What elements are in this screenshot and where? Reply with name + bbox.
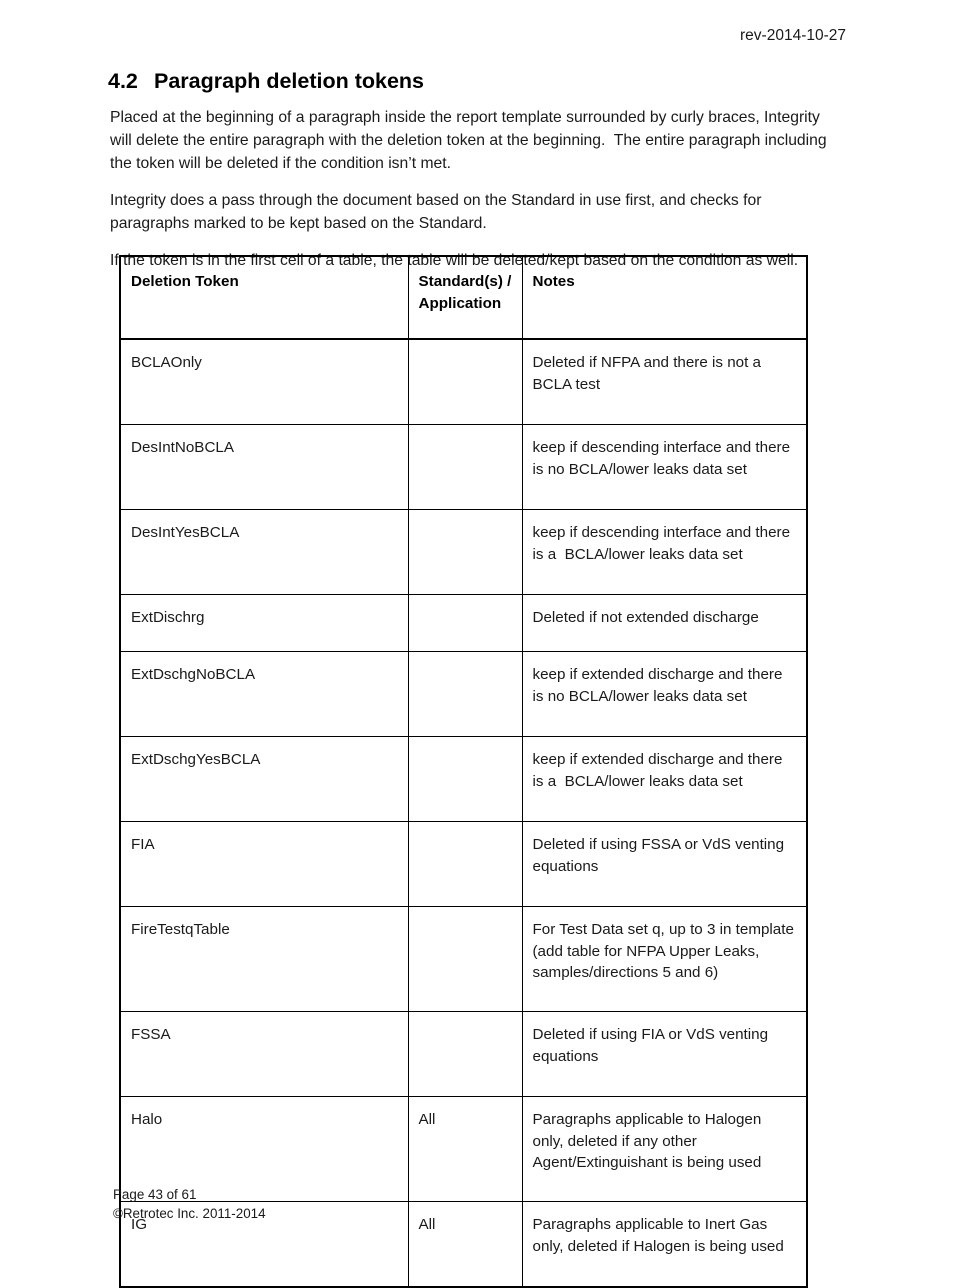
cell-notes: Paragraphs applicable to Inert Gas only,…	[521, 1201, 808, 1288]
paragraph-1: Placed at the beginning of a paragraph i…	[110, 109, 831, 173]
page-title: 4.2 Paragraph deletion tokens	[108, 68, 848, 95]
cell-standard: All	[407, 1201, 523, 1288]
table-row: DesIntYesBCLA keep if descending interfa…	[119, 509, 808, 596]
paragraph-2: Integrity does a pass through the docume…	[110, 192, 766, 233]
body-text: Placed at the beginning of a paragraph i…	[110, 106, 836, 272]
cell-standard	[407, 906, 523, 1013]
cell-deletion-token: FIA	[119, 821, 409, 908]
footer-page-number: Page 43 of 61	[113, 1187, 197, 1202]
cell-notes: Paragraphs applicable to Halogen only, d…	[521, 1096, 808, 1203]
cell-deletion-token: ExtDischrg	[119, 594, 409, 653]
footer-copyright: ©Retrotec Inc. 2011-2014	[113, 1206, 266, 1222]
cell-standard	[407, 651, 523, 738]
cell-notes: keep if extended discharge and there is …	[521, 651, 808, 738]
table-row: ExtDischrg Deleted if not extended disch…	[119, 594, 808, 653]
table-row: ExtDschgYesBCLA keep if extended dischar…	[119, 736, 808, 823]
cell-standard	[407, 338, 523, 426]
cell-standard	[407, 821, 523, 908]
document-revision-header: rev-2014-10-27	[740, 27, 846, 44]
cell-deletion-token: FSSA	[119, 1011, 409, 1098]
cell-standard	[407, 424, 523, 511]
cell-deletion-token: ExtDschgNoBCLA	[119, 651, 409, 738]
cell-notes: Deleted if not extended discharge	[521, 594, 808, 653]
cell-notes: keep if descending interface and there i…	[521, 424, 808, 511]
document-footer: Page 43 of 61 ©Retrotec Inc. 2011-2014	[113, 1185, 266, 1224]
cell-deletion-token: ExtDschgYesBCLA	[119, 736, 409, 823]
cell-deletion-token: DesIntYesBCLA	[119, 509, 409, 596]
cell-notes: Deleted if using FIA or VdS venting equa…	[521, 1011, 808, 1098]
table-row: FSSA Deleted if using FIA or VdS venting…	[119, 1011, 808, 1098]
cell-deletion-token: FireTestqTable	[119, 906, 409, 1013]
cell-standard	[407, 594, 523, 653]
cell-standard	[407, 509, 523, 596]
cell-standard	[407, 1011, 523, 1098]
cell-notes: Deleted if using FSSA or VdS venting equ…	[521, 821, 808, 908]
deletion-token-table: Deletion Token Standard(s) / Application…	[119, 254, 808, 1288]
table-row: DesIntNoBCLA keep if descending interfac…	[119, 424, 808, 511]
cell-standard: All	[407, 1096, 523, 1203]
column-header-notes: Notes	[521, 254, 808, 341]
table-header-row: Deletion Token Standard(s) / Application…	[119, 254, 808, 341]
table-row: FIA Deleted if using FSSA or VdS venting…	[119, 821, 808, 908]
cell-notes: Deleted if NFPA and there is not a BCLA …	[521, 338, 808, 426]
column-header-deletion-token: Deletion Token	[119, 254, 409, 341]
table-row: FireTestqTable For Test Data set q, up t…	[119, 906, 808, 1013]
section-number: 4.2	[108, 69, 138, 93]
cell-notes: keep if extended discharge and there is …	[521, 736, 808, 823]
table-row: BCLAOnly Deleted if NFPA and there is no…	[119, 338, 808, 426]
table-row: ExtDschgNoBCLA keep if extended discharg…	[119, 651, 808, 738]
cell-standard	[407, 736, 523, 823]
cell-notes: For Test Data set q, up to 3 in template…	[521, 906, 808, 1013]
column-header-standard-application: Standard(s) / Application	[407, 254, 523, 341]
cell-deletion-token: DesIntNoBCLA	[119, 424, 409, 511]
cell-deletion-token: BCLAOnly	[119, 338, 409, 426]
cell-notes: keep if descending interface and there i…	[521, 509, 808, 596]
section-title: Paragraph deletion tokens	[154, 69, 425, 93]
document-page: rev-2014-10-27 4.2 Paragraph deletion tok…	[0, 0, 954, 1288]
